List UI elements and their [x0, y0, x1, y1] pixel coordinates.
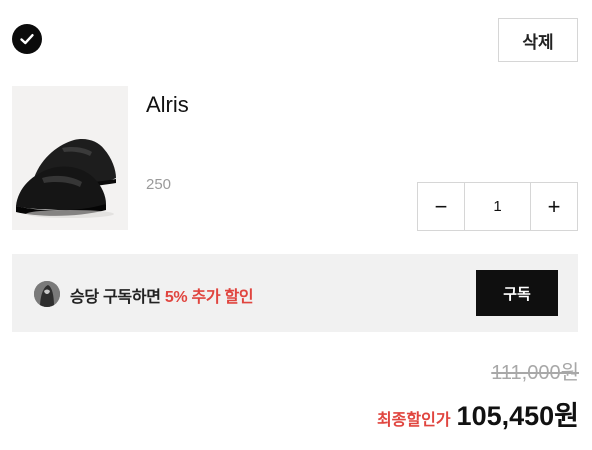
product-option: 250	[146, 176, 172, 193]
quantity-stepper: − 1 +	[417, 182, 578, 231]
promo-highlight: 5% 추가 할인	[164, 289, 254, 306]
final-price-label: 최종할인가	[376, 412, 451, 429]
final-price: 105,450원	[456, 401, 579, 431]
select-checkbox[interactable]	[12, 24, 42, 54]
original-price: 111,000원	[491, 362, 579, 384]
check-icon	[20, 34, 34, 45]
plus-icon: +	[547, 193, 561, 219]
quantity-value[interactable]: 1	[464, 183, 531, 230]
promo-text-prefix: 승당 구독하면	[70, 289, 165, 306]
subscribe-button[interactable]: 구독	[476, 270, 558, 316]
increase-button[interactable]: +	[531, 183, 577, 230]
product-image[interactable]	[12, 86, 128, 230]
delete-button[interactable]: 삭제	[498, 18, 578, 62]
decrease-button[interactable]: −	[418, 183, 464, 230]
brand-avatar	[34, 281, 60, 307]
final-price-row: 최종할인가 105,450원	[377, 394, 579, 433]
subscription-promo: 승당 구독하면 5% 추가 할인 구독	[12, 254, 578, 332]
product-name[interactable]: Alris	[146, 92, 189, 118]
minus-icon: −	[434, 193, 448, 219]
promo-text: 승당 구독하면 5% 추가 할인	[70, 283, 254, 307]
